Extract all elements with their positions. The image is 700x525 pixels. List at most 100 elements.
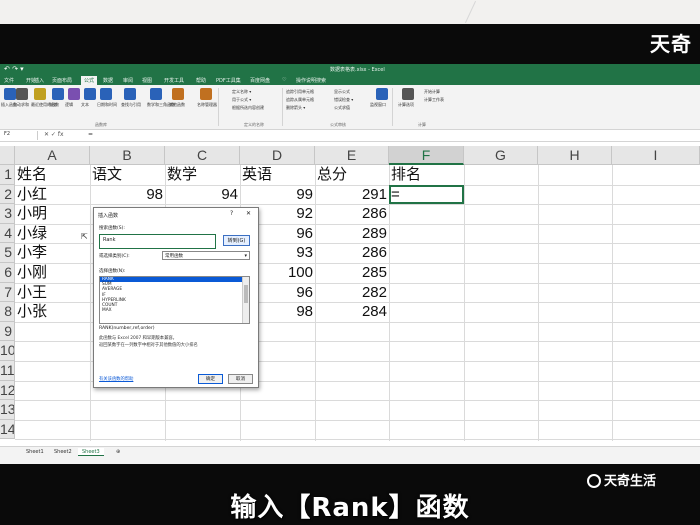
function-search-input[interactable]: Rank xyxy=(99,234,216,249)
table-cell[interactable]: 291 xyxy=(317,185,387,204)
table-cell[interactable]: 总分 xyxy=(317,165,387,184)
table-cell[interactable]: 小张 xyxy=(17,302,88,321)
trace-precedents-button[interactable]: 追踪引用单元格 xyxy=(286,89,314,95)
ribbon-button-icon[interactable] xyxy=(68,88,80,100)
calculate-now-button[interactable]: 开始计算 xyxy=(424,89,440,95)
watch-window-icon[interactable] xyxy=(376,88,388,100)
table-cell[interactable]: 小明 xyxy=(17,204,88,223)
ribbon-button-icon[interactable] xyxy=(84,88,96,100)
ribbon-button-icon[interactable] xyxy=(200,88,212,100)
tab-developer[interactable]: 开发工具 xyxy=(164,77,184,84)
tab-data[interactable]: 数据 xyxy=(103,77,113,84)
ribbon-button-icon[interactable] xyxy=(124,88,136,100)
row-header[interactable]: 5 xyxy=(0,243,15,263)
ribbon-button-icon[interactable] xyxy=(172,88,184,100)
column-header-a[interactable]: A xyxy=(15,146,90,165)
column-header-i[interactable]: I xyxy=(612,146,700,165)
tab-review[interactable]: 审阅 xyxy=(123,77,133,84)
ribbon-button-icon[interactable] xyxy=(52,88,64,100)
table-cell[interactable]: 英语 xyxy=(242,165,313,184)
ribbon-button-label[interactable]: 财务 xyxy=(49,102,57,108)
ribbon-button-label[interactable]: 名称管理器 xyxy=(197,102,217,108)
formula-buttons[interactable]: ✕ ✓ fx xyxy=(44,131,64,138)
table-cell[interactable]: 小李 xyxy=(17,243,88,262)
help-icon[interactable]: ? xyxy=(230,210,233,217)
sheet-tab-2[interactable]: Sheet2 xyxy=(50,448,76,456)
column-header-d[interactable]: D xyxy=(240,146,315,165)
sheet-tab-3[interactable]: Sheet3 xyxy=(78,448,104,456)
define-name-button[interactable]: 定义名称 ▾ xyxy=(232,89,251,95)
row-header[interactable]: 2 xyxy=(0,184,15,205)
ribbon-button-label[interactable]: 逻辑 xyxy=(65,102,73,108)
go-button[interactable]: 转到(G) xyxy=(223,235,250,246)
column-header-b[interactable]: B xyxy=(90,146,165,165)
tab-insert[interactable]: 插入 xyxy=(34,77,44,84)
table-cell[interactable]: 小刚 xyxy=(17,263,88,282)
tab-file[interactable]: 文件 xyxy=(4,77,14,84)
function-list-scrollbar[interactable] xyxy=(242,277,249,323)
table-cell[interactable]: 286 xyxy=(317,243,387,262)
close-icon[interactable]: ✕ xyxy=(246,210,251,217)
table-cell[interactable]: 94 xyxy=(167,185,238,204)
ribbon-button-label[interactable]: 其他函数 xyxy=(169,102,185,108)
column-header-e[interactable]: E xyxy=(315,146,389,165)
table-cell[interactable]: 98 xyxy=(92,185,163,204)
table-cell[interactable]: 数学 xyxy=(167,165,238,184)
tab-view[interactable]: 视图 xyxy=(142,77,152,84)
select-all-corner[interactable] xyxy=(0,146,15,165)
calculation-options-icon[interactable] xyxy=(402,88,414,100)
use-in-formula-button[interactable]: 用于公式 ▾ xyxy=(232,97,251,103)
table-cell[interactable]: 小绿 xyxy=(17,224,88,243)
error-checking-button[interactable]: 错误检查 ▾ xyxy=(334,97,353,103)
sheet-tab-1[interactable]: Sheet1 xyxy=(22,448,48,456)
add-sheet-icon[interactable]: ⊕ xyxy=(112,448,124,456)
table-cell[interactable]: 小红 xyxy=(17,185,88,204)
show-formulas-button[interactable]: 显示公式 xyxy=(334,89,350,95)
row-header[interactable]: 12 xyxy=(0,380,15,401)
cancel-button[interactable]: 取消 xyxy=(228,374,253,384)
function-list-item[interactable]: MAX xyxy=(100,308,249,313)
ribbon-button-icon[interactable] xyxy=(34,88,46,100)
table-cell[interactable]: 289 xyxy=(317,224,387,243)
table-cell[interactable]: 282 xyxy=(317,283,387,302)
remove-arrows-button[interactable]: 删除箭头 ▾ xyxy=(286,105,305,111)
table-cell[interactable]: 99 xyxy=(242,185,313,204)
table-cell[interactable]: 排名 xyxy=(391,165,462,184)
tab-pdf-tools[interactable]: PDF工具集 xyxy=(216,77,241,84)
row-header[interactable]: 8 xyxy=(0,302,15,322)
table-cell[interactable]: 姓名 xyxy=(17,165,88,184)
row-header[interactable]: 4 xyxy=(0,223,15,244)
row-header[interactable]: 7 xyxy=(0,282,15,303)
function-help-link[interactable]: 有关该函数的帮助 xyxy=(99,376,133,382)
row-header[interactable]: 11 xyxy=(0,361,15,381)
row-header[interactable]: 14 xyxy=(0,419,15,440)
row-header[interactable]: 6 xyxy=(0,263,15,283)
row-header[interactable]: 13 xyxy=(0,400,15,420)
row-header[interactable]: 1 xyxy=(0,165,15,185)
ribbon-button-label[interactable]: 日期和时间 xyxy=(97,102,117,108)
calculate-sheet-button[interactable]: 计算工作表 xyxy=(424,97,444,103)
quick-access-toolbar[interactable]: ↶ ↷ ▾ xyxy=(4,65,24,73)
ribbon-button-icon[interactable] xyxy=(150,88,162,100)
trace-dependents-button[interactable]: 追踪从属单元格 xyxy=(286,97,314,103)
ribbon-button-icon[interactable] xyxy=(100,88,112,100)
tab-baidu-netdisk[interactable]: 百度网盘 xyxy=(250,77,270,84)
ok-button[interactable]: 确定 xyxy=(198,374,223,384)
table-cell[interactable]: 284 xyxy=(317,302,387,321)
column-header-h[interactable]: H xyxy=(538,146,612,165)
ribbon-button-label[interactable]: 自动求和 xyxy=(13,102,29,108)
tab-formulas[interactable]: 公式 xyxy=(81,76,98,85)
column-header-c[interactable]: C xyxy=(165,146,240,165)
row-header[interactable]: 3 xyxy=(0,204,15,224)
table-cell[interactable]: 小王 xyxy=(17,283,88,302)
row-header[interactable]: 9 xyxy=(0,321,15,342)
tab-page-layout[interactable]: 页面布局 xyxy=(52,77,72,84)
function-list[interactable]: RANK SUM AVERAGE IF HYPERLINK COUNT MAX xyxy=(99,276,250,324)
formula-input[interactable]: = xyxy=(88,131,93,138)
ribbon-button-label[interactable]: 文本 xyxy=(81,102,89,108)
evaluate-formula-button[interactable]: 公式求值 xyxy=(334,105,350,111)
column-header-f[interactable]: F xyxy=(389,146,464,165)
create-from-selection-button[interactable]: 根据所选内容创建 xyxy=(232,105,264,111)
name-box[interactable]: F2 xyxy=(2,131,38,140)
ribbon-button-icon[interactable] xyxy=(4,88,16,100)
